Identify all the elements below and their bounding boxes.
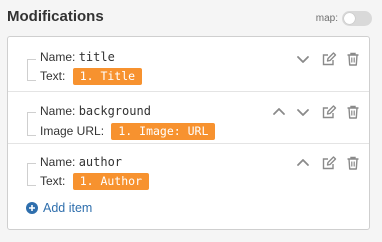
- toggle-knob: [344, 13, 355, 24]
- value-line: Text: 1. Author: [40, 173, 149, 190]
- add-item-label: Add item: [43, 201, 93, 215]
- name-value: author: [78, 155, 123, 169]
- section-title: Modifications: [7, 8, 104, 25]
- value-label: Image URL:: [40, 124, 105, 138]
- modification-row: Name: title Text: 1. Title: [8, 37, 369, 92]
- chevron-down-icon[interactable]: [295, 104, 311, 120]
- modifications-panel: Name: title Text: 1. Title Name: backgro…: [7, 36, 370, 230]
- name-label: Name:: [40, 104, 76, 118]
- name-value: title: [78, 50, 115, 64]
- trash-icon[interactable]: [345, 104, 361, 120]
- name-line: Name: title: [40, 50, 115, 64]
- trash-icon[interactable]: [345, 51, 361, 67]
- row-bracket: [27, 59, 36, 81]
- add-item-button[interactable]: Add item: [26, 201, 92, 215]
- map-toggle-label: map:: [315, 13, 338, 24]
- edit-icon[interactable]: [321, 155, 337, 171]
- value-chip[interactable]: 1. Image: URL: [111, 123, 216, 140]
- chevron-up-icon[interactable]: [271, 104, 287, 120]
- name-label: Name:: [40, 155, 76, 169]
- name-line: Name: author: [40, 155, 122, 169]
- value-chip[interactable]: 1. Author: [72, 173, 149, 190]
- header: Modifications map:: [7, 8, 372, 30]
- edit-icon[interactable]: [321, 51, 337, 67]
- value-chip[interactable]: 1. Title: [72, 68, 143, 85]
- chevron-up-icon[interactable]: [295, 155, 311, 171]
- plus-circle-icon: [26, 202, 38, 214]
- name-line: Name: background: [40, 104, 151, 118]
- modification-row: Name: author Text: 1. Author: [8, 144, 369, 194]
- row-bracket: [27, 163, 36, 186]
- chevron-down-icon[interactable]: [295, 51, 311, 67]
- edit-icon[interactable]: [321, 104, 337, 120]
- trash-icon[interactable]: [345, 155, 361, 171]
- name-label: Name:: [40, 50, 76, 64]
- value-line: Text: 1. Title: [40, 68, 143, 85]
- value-line: Image URL: 1. Image: URL: [40, 123, 216, 140]
- value-label: Text:: [40, 174, 66, 188]
- modification-row: Name: background Image URL: 1. Image: UR…: [8, 92, 369, 144]
- map-toggle[interactable]: [342, 11, 372, 26]
- row-bracket: [27, 112, 36, 136]
- name-value: background: [78, 104, 151, 118]
- value-label: Text:: [40, 69, 66, 83]
